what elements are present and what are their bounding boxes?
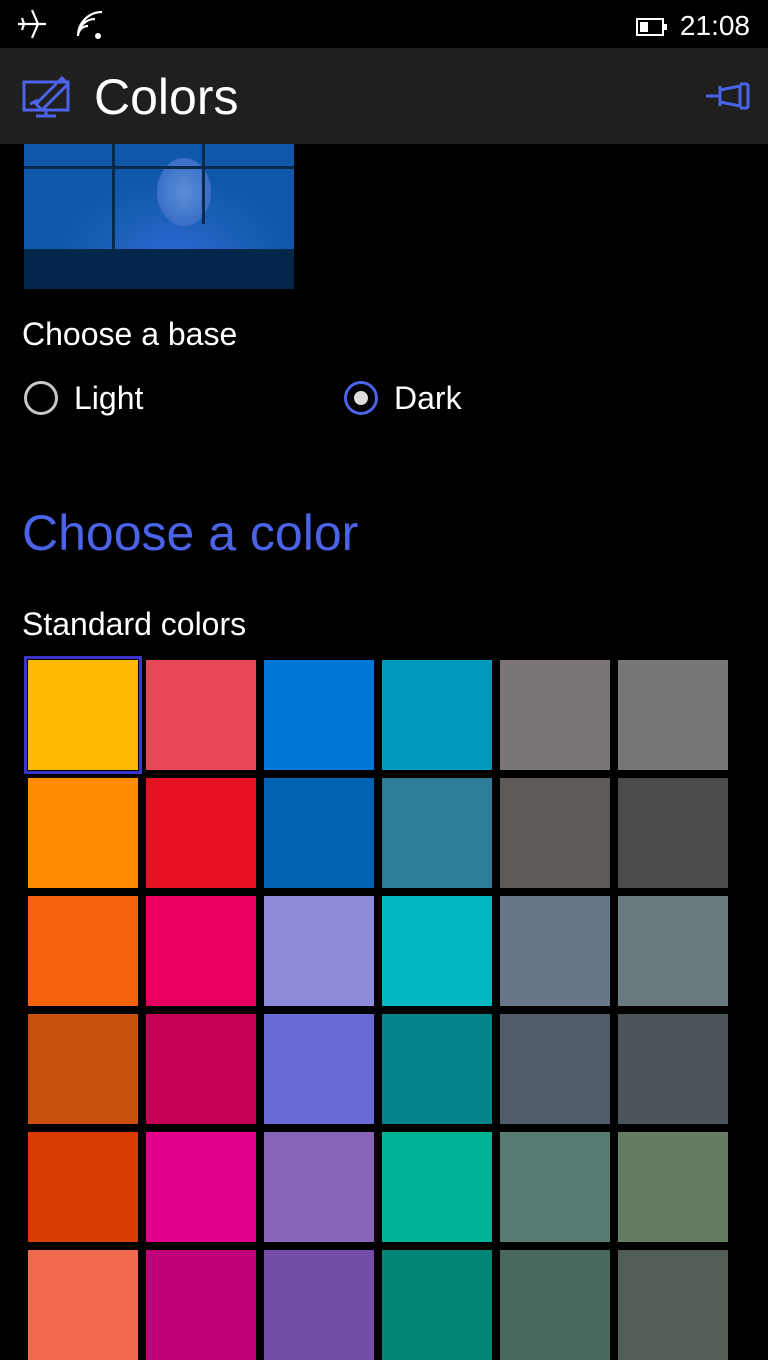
color-swatch[interactable] <box>500 1132 610 1242</box>
radio-dark-label: Dark <box>394 379 462 416</box>
color-swatch[interactable] <box>382 896 492 1006</box>
color-swatch[interactable] <box>618 1014 728 1124</box>
color-swatch[interactable] <box>500 1250 610 1360</box>
radio-light-label: Light <box>74 379 144 416</box>
color-swatch[interactable] <box>500 1014 610 1124</box>
color-swatch[interactable] <box>264 660 374 770</box>
color-swatch[interactable] <box>382 660 492 770</box>
color-swatch[interactable] <box>24 656 142 774</box>
color-swatch[interactable] <box>264 1132 374 1242</box>
color-swatch[interactable] <box>618 778 728 888</box>
color-swatch[interactable] <box>264 778 374 888</box>
color-swatch[interactable] <box>28 1014 138 1124</box>
status-bar: 21:08 <box>0 0 768 48</box>
color-swatch[interactable] <box>146 1132 256 1242</box>
clock: 21:08 <box>679 10 750 41</box>
color-swatch[interactable] <box>146 1014 256 1124</box>
radio-circle <box>344 381 378 415</box>
color-swatch[interactable] <box>28 1132 138 1242</box>
color-swatch[interactable] <box>618 896 728 1006</box>
color-swatch[interactable] <box>264 1014 374 1124</box>
section-heading: Choose a color <box>22 505 359 561</box>
radio-dark[interactable]: Dark <box>344 376 462 420</box>
color-swatch[interactable] <box>28 1250 138 1360</box>
color-swatch[interactable] <box>382 1250 492 1360</box>
base-section-label: Choose a base <box>22 316 238 352</box>
color-swatch[interactable] <box>146 778 256 888</box>
personalize-icon <box>22 74 74 125</box>
color-swatch[interactable] <box>146 660 256 770</box>
wifi-icon <box>74 6 108 47</box>
color-swatch-grid <box>24 656 728 1360</box>
color-swatch[interactable] <box>618 1250 728 1360</box>
battery-icon <box>636 16 670 43</box>
color-swatch[interactable] <box>28 896 138 1006</box>
radio-circle <box>24 381 58 415</box>
color-swatch[interactable] <box>500 896 610 1006</box>
color-swatch[interactable] <box>264 896 374 1006</box>
start-preview-image <box>24 144 294 289</box>
color-swatch[interactable] <box>146 896 256 1006</box>
page-header: Colors <box>0 48 768 144</box>
color-swatch[interactable] <box>382 778 492 888</box>
color-swatch[interactable] <box>500 778 610 888</box>
airplane-icon <box>14 6 50 47</box>
color-swatch[interactable] <box>618 660 728 770</box>
standard-colors-label: Standard colors <box>22 606 247 642</box>
color-swatch[interactable] <box>500 660 610 770</box>
radio-light[interactable]: Light <box>24 376 143 420</box>
color-swatch[interactable] <box>28 778 138 888</box>
pin-icon[interactable] <box>704 80 750 117</box>
page-title: Colors <box>94 69 239 125</box>
color-swatch[interactable] <box>146 1250 256 1360</box>
color-swatch[interactable] <box>618 1132 728 1242</box>
color-swatch[interactable] <box>264 1250 374 1360</box>
color-swatch[interactable] <box>382 1132 492 1242</box>
taskbar-preview <box>24 249 294 289</box>
color-swatch[interactable] <box>382 1014 492 1124</box>
